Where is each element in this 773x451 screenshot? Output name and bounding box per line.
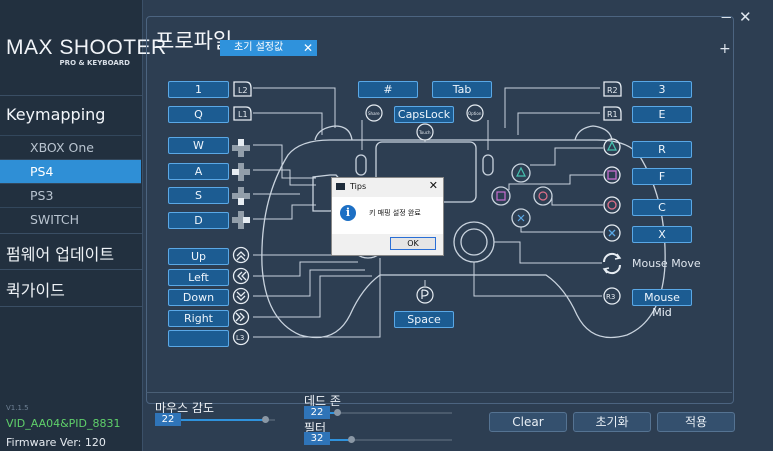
- cross-glyph: [517, 214, 525, 222]
- dpad-up-icon: [232, 139, 250, 157]
- share-icon-label: Share: [368, 111, 380, 116]
- ps-icon: [416, 286, 434, 304]
- l2-icon-label: L2: [238, 86, 248, 95]
- mapping-ps[interactable]: Space: [394, 311, 454, 328]
- leader-square: [508, 174, 603, 190]
- r2-icon-label: R2: [607, 86, 618, 95]
- mapping-share[interactable]: #: [358, 81, 418, 98]
- mapping-ls-left[interactable]: Left: [168, 269, 229, 286]
- circle-glyph: [538, 191, 548, 201]
- dialog-close-icon[interactable]: ✕: [429, 179, 438, 192]
- clear-button[interactable]: Clear: [489, 412, 567, 432]
- mapping-dpad-up[interactable]: W: [168, 137, 229, 154]
- leader-l2: [253, 87, 336, 128]
- leader-circle: [551, 196, 603, 206]
- mapping-triangle[interactable]: R: [632, 141, 692, 158]
- leader-cross: [520, 227, 603, 233]
- mapping-dpad-right[interactable]: D: [168, 212, 229, 229]
- mapping-r3[interactable]: Mouse Mid: [632, 289, 692, 319]
- mapping-ls-up[interactable]: Up: [168, 248, 229, 265]
- leader-r2: [504, 87, 600, 128]
- controller-outline: [261, 139, 666, 339]
- dead-zone-thumb[interactable]: [334, 409, 341, 416]
- right-shoulder: [574, 125, 613, 141]
- leader-r3: [473, 262, 602, 297]
- right-stick-outline: [453, 221, 495, 263]
- mapping-l2[interactable]: 1: [168, 81, 229, 98]
- leader-ls-left: [253, 261, 358, 277]
- dialog-body: i 키 매핑 설정 완료: [332, 197, 443, 234]
- r3-icon-label: R3: [606, 293, 615, 301]
- dialog-message: 키 매핑 설정 완료: [369, 209, 421, 217]
- options-button-outline: [482, 154, 494, 176]
- mapping-ls-down[interactable]: Down: [168, 289, 229, 306]
- leader-l1: [253, 112, 323, 135]
- mouse-move-label: Mouse Move: [632, 257, 701, 270]
- r1-icon-label: R1: [607, 110, 618, 119]
- dialog-title: Tips: [350, 182, 367, 191]
- dead-zone-value: 22: [304, 406, 330, 419]
- dialog-app-icon: [336, 183, 345, 190]
- mouse-sensitivity-value: 22: [155, 413, 181, 426]
- filter-thumb[interactable]: [348, 436, 355, 443]
- mapping-circle[interactable]: C: [632, 199, 692, 216]
- circle-button-outline: [533, 186, 553, 206]
- right-stick-inner: [460, 228, 488, 256]
- apply-button[interactable]: 적용: [657, 412, 735, 432]
- mapping-l3[interactable]: [168, 330, 229, 347]
- tips-dialog: Tips ✕ i 키 매핑 설정 완료 OK: [331, 177, 444, 256]
- square-glyph: [496, 191, 506, 201]
- ls-right-icon: [232, 308, 250, 326]
- mouse-sensitivity-thumb[interactable]: [262, 416, 269, 423]
- mapping-ls-right[interactable]: Right: [168, 310, 229, 327]
- mapping-dpad-left[interactable]: A: [168, 163, 229, 180]
- dpad-left-icon: [232, 163, 250, 181]
- mapping-r2[interactable]: 3: [632, 81, 692, 98]
- bottom-separator: [146, 392, 732, 393]
- mapping-l1[interactable]: Q: [168, 106, 229, 123]
- mapping-touchpad[interactable]: CapsLock: [394, 106, 454, 123]
- square-button-outline: [491, 186, 511, 206]
- triangle-glyph: [516, 166, 526, 177]
- dialog-ok-button[interactable]: OK: [390, 237, 436, 250]
- mapping-cross[interactable]: X: [632, 226, 692, 243]
- reset-button[interactable]: 초기화: [573, 412, 651, 432]
- mapping-square[interactable]: F: [632, 168, 692, 185]
- circle-icon: [603, 196, 621, 214]
- square-icon: [603, 166, 621, 184]
- options-icon-label: Option: [468, 111, 482, 116]
- left-shoulder: [314, 125, 353, 141]
- leader-r1: [517, 112, 600, 135]
- info-icon: i: [340, 205, 356, 221]
- leader-mouse-move: [494, 241, 602, 264]
- ls-up-icon: [232, 246, 250, 264]
- leader-ls-down: [253, 269, 365, 297]
- l3-icon-label: L3: [236, 334, 244, 342]
- leader-triangle: [530, 147, 603, 166]
- l1-icon-label: L1: [238, 110, 248, 119]
- leader-dpad-right: [253, 204, 316, 220]
- touch-icon-label: Touch: [418, 130, 431, 135]
- mouse-move-icon: [602, 252, 622, 275]
- share-button-outline: [355, 154, 367, 176]
- mapping-options[interactable]: Tab: [432, 81, 492, 98]
- mapping-r1[interactable]: E: [632, 106, 692, 123]
- ls-left-icon: [232, 267, 250, 285]
- dpad-down-icon: [232, 187, 250, 205]
- mapping-dpad-down[interactable]: S: [168, 187, 229, 204]
- filter-value: 32: [304, 432, 330, 445]
- dpad-right-icon: [232, 211, 250, 229]
